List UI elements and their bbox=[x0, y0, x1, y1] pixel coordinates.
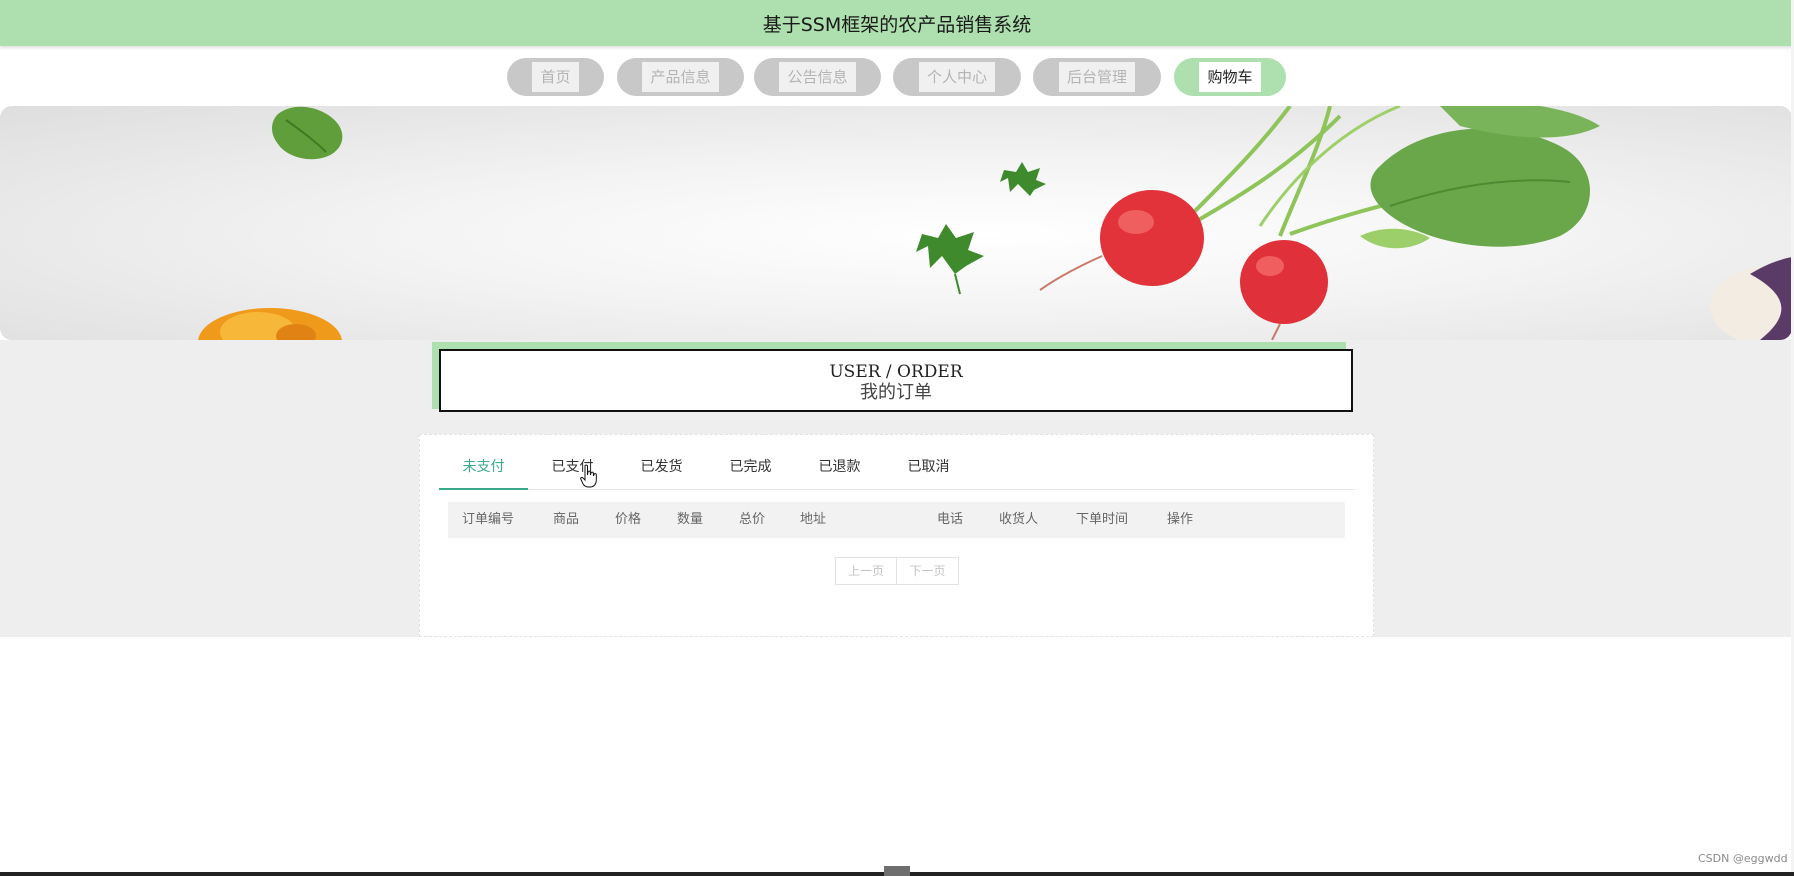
page-title-en: USER / ORDER bbox=[829, 362, 963, 382]
nav-item-products[interactable]: 产品信息 bbox=[617, 58, 744, 96]
nav-item-home[interactable]: 首页 bbox=[507, 58, 604, 96]
tab-cancelled[interactable]: 已取消 bbox=[884, 451, 973, 489]
site-title: 基于SSM框架的农产品销售系统 bbox=[762, 13, 1032, 36]
page-title-box: USER / ORDER 我的订单 bbox=[439, 349, 1353, 412]
nav-item-label: 个人中心 bbox=[918, 62, 995, 92]
column-header-order-time: 下单时间 bbox=[1076, 512, 1129, 527]
nav-item-admin[interactable]: 后台管理 bbox=[1033, 58, 1161, 96]
tab-unpaid[interactable]: 未支付 bbox=[439, 451, 528, 490]
column-header-price: 价格 bbox=[615, 512, 642, 527]
order-panel: 未支付 已支付 已发货 已完成 已退款 已取消 订单编号 商品 价格 数量 总价… bbox=[419, 434, 1374, 637]
pagination: 上一页 下一页 bbox=[835, 557, 959, 585]
scroll-handle[interactable] bbox=[884, 866, 910, 876]
column-header-phone: 电话 bbox=[937, 512, 964, 527]
column-header-product: 商品 bbox=[553, 512, 580, 527]
nav-item-label: 产品信息 bbox=[642, 62, 719, 92]
nav-item-label: 后台管理 bbox=[1058, 62, 1135, 92]
column-header-total: 总价 bbox=[739, 512, 766, 527]
column-header-recipient: 收货人 bbox=[999, 512, 1039, 527]
orders-table-header: 订单编号 商品 价格 数量 总价 地址 电话 收货人 下单时间 操作 bbox=[448, 502, 1345, 538]
nav-item-announcements[interactable]: 公告信息 bbox=[754, 58, 881, 96]
column-header-order-no: 订单编号 bbox=[462, 512, 515, 527]
prev-page-button[interactable]: 上一页 bbox=[835, 557, 897, 585]
column-header-address: 地址 bbox=[800, 512, 827, 527]
next-page-button[interactable]: 下一页 bbox=[897, 557, 959, 585]
watermark: CSDN @eggwdd bbox=[1698, 852, 1788, 865]
tab-completed[interactable]: 已完成 bbox=[706, 451, 795, 489]
order-status-tabs: 未支付 已支付 已发货 已完成 已退款 已取消 bbox=[439, 451, 1355, 490]
column-header-actions: 操作 bbox=[1167, 512, 1194, 527]
tab-refunded[interactable]: 已退款 bbox=[795, 451, 884, 489]
nav-item-label: 首页 bbox=[532, 62, 579, 92]
tab-shipped[interactable]: 已发货 bbox=[617, 451, 706, 489]
vegetables-banner-art bbox=[198, 106, 1792, 340]
nav-item-profile[interactable]: 个人中心 bbox=[893, 58, 1021, 96]
main-nav: 首页 产品信息 公告信息 个人中心 后台管理 购物车 bbox=[0, 58, 1794, 96]
hand-cursor-icon bbox=[580, 464, 597, 488]
nav-item-label: 公告信息 bbox=[779, 62, 856, 92]
page-title-cn: 我的订单 bbox=[860, 382, 932, 403]
hero-banner bbox=[0, 106, 1792, 340]
nav-item-label: 购物车 bbox=[1199, 62, 1261, 92]
tab-paid[interactable]: 已支付 bbox=[528, 451, 617, 489]
column-header-quantity: 数量 bbox=[677, 512, 704, 527]
site-header: 基于SSM框架的农产品销售系统 bbox=[0, 0, 1794, 46]
nav-item-cart[interactable]: 购物车 bbox=[1174, 58, 1286, 96]
